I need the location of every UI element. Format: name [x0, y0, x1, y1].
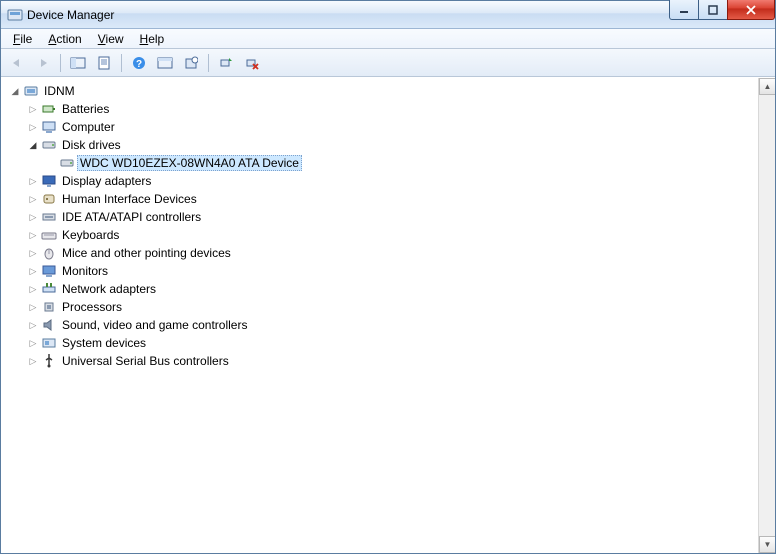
- expand-icon[interactable]: ▷: [27, 301, 39, 313]
- cpu-icon: [41, 299, 57, 315]
- toolbar-separator: [121, 54, 122, 72]
- tree-category-label: Sound, video and game controllers: [59, 317, 250, 333]
- menu-action[interactable]: Action: [42, 31, 87, 47]
- window-controls: [670, 0, 775, 20]
- expand-icon[interactable]: ▷: [27, 283, 39, 295]
- tree-category-node[interactable]: ◢ Disk drives: [27, 136, 758, 154]
- app-icon: [7, 7, 23, 23]
- minimize-button[interactable]: [669, 0, 699, 20]
- tree-category-node[interactable]: ▷ Sound, video and game controllers: [27, 316, 758, 334]
- computer-icon: [41, 119, 57, 135]
- tree-category-node[interactable]: ▷ Keyboards: [27, 226, 758, 244]
- tree-category-label: Computer: [59, 119, 118, 135]
- tree-category-node[interactable]: ▷ Batteries: [27, 100, 758, 118]
- expand-icon[interactable]: ▷: [27, 319, 39, 331]
- monitor-icon: [41, 263, 57, 279]
- display-icon: [41, 173, 57, 189]
- update-driver-button[interactable]: [153, 52, 177, 74]
- expand-icon[interactable]: ▷: [27, 247, 39, 259]
- tree-category-node[interactable]: ▷ Computer: [27, 118, 758, 136]
- menu-view[interactable]: View: [92, 31, 130, 47]
- window-title: Device Manager: [27, 8, 114, 22]
- svg-text:?: ?: [136, 59, 142, 70]
- show-hide-tree-button[interactable]: [66, 52, 90, 74]
- tree-device-node[interactable]: ▷WDC WD10EZEX-08WN4A0 ATA Device: [45, 154, 758, 172]
- tree-category-node[interactable]: ▷ Monitors: [27, 262, 758, 280]
- toolbar-separator: [208, 54, 209, 72]
- tree-category-label: Keyboards: [59, 227, 122, 243]
- tree-category-label: System devices: [59, 335, 149, 351]
- menu-help[interactable]: Help: [134, 31, 171, 47]
- battery-icon: [41, 101, 57, 117]
- tree-category-label: Batteries: [59, 101, 112, 117]
- tree-category-label: Mice and other pointing devices: [59, 245, 234, 261]
- nav-back-button[interactable]: [5, 52, 29, 74]
- ide-icon: [41, 209, 57, 225]
- properties-button[interactable]: [92, 52, 116, 74]
- tree-root-node[interactable]: ◢ IDNM: [9, 82, 758, 100]
- scan-hardware-button[interactable]: [214, 52, 238, 74]
- tree-category-node[interactable]: ▷ Human Interface Devices: [27, 190, 758, 208]
- expand-icon[interactable]: ◢: [27, 139, 39, 151]
- expand-icon[interactable]: ▷: [27, 265, 39, 277]
- network-icon: [41, 281, 57, 297]
- tree-category-label: Processors: [59, 299, 125, 315]
- tree-device-label: WDC WD10EZEX-08WN4A0 ATA Device: [77, 155, 302, 171]
- close-button[interactable]: [727, 0, 775, 20]
- tree-category-label: Monitors: [59, 263, 111, 279]
- expand-icon[interactable]: ▷: [27, 175, 39, 187]
- toolbar: ?: [1, 49, 775, 77]
- tree-root-label: IDNM: [41, 83, 78, 99]
- tree-category-node[interactable]: ▷ Network adapters: [27, 280, 758, 298]
- collapse-icon[interactable]: ◢: [9, 85, 21, 97]
- menu-file[interactable]: File: [7, 31, 38, 47]
- disable-button[interactable]: [240, 52, 264, 74]
- vertical-scrollbar[interactable]: ▲ ▼: [758, 78, 775, 553]
- toolbar-separator: [60, 54, 61, 72]
- tree-category-label: Network adapters: [59, 281, 159, 297]
- content-area: ◢IDNM▷Batteries▷Computer◢Disk drives▷WDC…: [1, 77, 775, 553]
- mouse-icon: [41, 245, 57, 261]
- expand-icon[interactable]: ▷: [27, 211, 39, 223]
- tree-category-node[interactable]: ▷ System devices: [27, 334, 758, 352]
- expand-icon[interactable]: ▷: [27, 103, 39, 115]
- tree-category-node[interactable]: ▷ Processors: [27, 298, 758, 316]
- tree-category-node[interactable]: ▷ Universal Serial Bus controllers: [27, 352, 758, 370]
- device-manager-window: Device Manager File Action View Help: [0, 0, 776, 554]
- device-tree[interactable]: ◢IDNM▷Batteries▷Computer◢Disk drives▷WDC…: [1, 78, 758, 553]
- tree-category-node[interactable]: ▷ Display adapters: [27, 172, 758, 190]
- tree-category-node[interactable]: ▷ IDE ATA/ATAPI controllers: [27, 208, 758, 226]
- usb-icon: [41, 353, 57, 369]
- help-button[interactable]: ?: [127, 52, 151, 74]
- expand-icon[interactable]: ▷: [27, 193, 39, 205]
- menubar: File Action View Help: [1, 29, 775, 49]
- disk-icon: [41, 137, 57, 153]
- maximize-button[interactable]: [698, 0, 728, 20]
- tree-category-label: Universal Serial Bus controllers: [59, 353, 232, 369]
- system-icon: [41, 335, 57, 351]
- tree-category-label: IDE ATA/ATAPI controllers: [59, 209, 204, 225]
- sound-icon: [41, 317, 57, 333]
- expand-icon[interactable]: ▷: [27, 229, 39, 241]
- expand-icon[interactable]: ▷: [27, 337, 39, 349]
- keyboard-icon: [41, 227, 57, 243]
- nav-forward-button[interactable]: [31, 52, 55, 74]
- uninstall-button[interactable]: [179, 52, 203, 74]
- disk-icon: [59, 155, 75, 171]
- tree-category-label: Human Interface Devices: [59, 191, 200, 207]
- scroll-down-button[interactable]: ▼: [759, 536, 775, 553]
- tree-category-node[interactable]: ▷ Mice and other pointing devices: [27, 244, 758, 262]
- tree-category-label: Disk drives: [59, 137, 124, 153]
- tree-category-label: Display adapters: [59, 173, 154, 189]
- expand-icon[interactable]: ▷: [27, 121, 39, 133]
- titlebar[interactable]: Device Manager: [1, 1, 775, 29]
- computer-root-icon: [23, 83, 39, 99]
- scroll-up-button[interactable]: ▲: [759, 78, 775, 95]
- expand-icon[interactable]: ▷: [27, 355, 39, 367]
- hid-icon: [41, 191, 57, 207]
